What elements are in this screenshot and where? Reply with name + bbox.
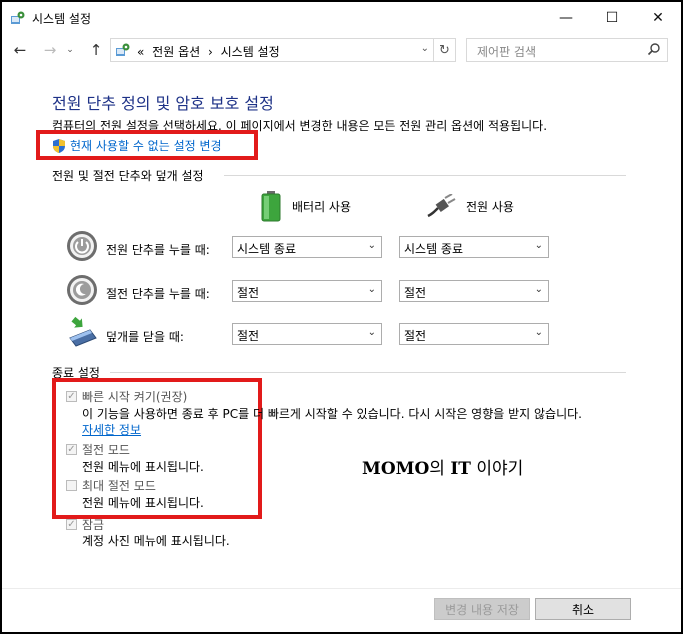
lock-checkbox[interactable]: ✓ <box>66 519 77 530</box>
chevron-down-icon: ⌄ <box>367 284 376 295</box>
watermark-brand2: IT <box>450 459 471 479</box>
hibernate-description: 전원 메뉴에 표시됩니다. <box>82 496 204 510</box>
search-input[interactable]: 제어판 검색 <box>477 43 536 60</box>
title-bar: 시스템 설정 — ☐ ✕ <box>2 2 681 34</box>
footer-divider <box>2 588 681 589</box>
control-panel-window: 시스템 설정 — ☐ ✕ ← → ⌄ ↑ « 전원 옵션 › 시스템 설정 ⌄ … <box>2 2 681 632</box>
sleep-mode-description: 전원 메뉴에 표시됩니다. <box>82 460 204 474</box>
chevron-down-icon: ⌄ <box>367 327 376 338</box>
more-info-link[interactable]: 자세한 정보 <box>82 421 141 438</box>
back-button[interactable]: ← <box>10 40 30 60</box>
fast-startup-option[interactable]: ✓ 빠른 시작 켜기(권장) <box>66 388 187 405</box>
select-value: 시스템 종료 <box>237 242 297 256</box>
power-button-battery-select[interactable]: 시스템 종료 ⌄ <box>232 236 382 258</box>
control-panel-icon <box>11 11 25 24</box>
page-title: 전원 단추 정의 및 암호 보호 설정 <box>52 94 274 113</box>
sleep-button-icon <box>67 275 97 305</box>
breadcrumb-system-settings[interactable]: 시스템 설정 <box>221 45 280 59</box>
save-changes-button[interactable]: 변경 내용 저장 <box>434 598 530 620</box>
hibernate-checkbox[interactable] <box>66 480 77 491</box>
sleep-button-battery-select[interactable]: 절전 ⌄ <box>232 280 382 302</box>
watermark-brand: MOMO <box>362 459 430 479</box>
chevron-down-icon: ⌄ <box>534 284 543 295</box>
section-divider <box>224 175 626 176</box>
breadcrumb-power-options[interactable]: 전원 옵션 <box>152 45 200 59</box>
lock-description: 계정 사진 메뉴에 표시됩니다. <box>82 534 230 548</box>
chevron-down-icon: ⌄ <box>66 45 74 55</box>
power-plug-icon <box>427 194 456 218</box>
column-header-battery: 배터리 사용 <box>260 190 351 222</box>
window-title: 시스템 설정 <box>32 12 92 26</box>
watermark-text: MOMO의 IT 이야기 <box>362 454 523 479</box>
lid-close-label: 덮개를 닫을 때: <box>106 330 184 344</box>
fast-startup-description: 이 기능을 사용하면 종료 후 PC를 더 빠르게 시작할 수 있습니다. 다시… <box>82 407 582 421</box>
maximize-button[interactable]: ☐ <box>589 2 635 34</box>
lid-close-plugged-select[interactable]: 절전 ⌄ <box>399 323 549 345</box>
lid-close-battery-select[interactable]: 절전 ⌄ <box>232 323 382 345</box>
watermark-rest: 이야기 <box>470 459 524 479</box>
search-icon <box>647 43 660 56</box>
chevron-down-icon: ⌄ <box>534 240 543 251</box>
fast-startup-label: 빠른 시작 켜기(권장) <box>82 390 188 404</box>
breadcrumb-separator[interactable]: › <box>208 45 213 59</box>
sleep-mode-checkbox[interactable]: ✓ <box>66 444 77 455</box>
refresh-button[interactable]: ↻ <box>434 38 456 62</box>
section-divider <box>110 372 626 373</box>
up-button[interactable]: ↑ <box>86 40 106 60</box>
sleep-mode-option[interactable]: ✓ 절전 모드 <box>66 441 130 458</box>
lock-option[interactable]: ✓ 잠금 <box>66 516 104 533</box>
forward-button[interactable]: → <box>40 40 60 60</box>
change-unavailable-settings-link[interactable]: 현재 사용할 수 없는 설정 변경 <box>52 137 222 154</box>
sleep-button-label: 절전 단추를 누를 때: <box>106 287 210 301</box>
power-button-plugged-select[interactable]: 시스템 종료 ⌄ <box>399 236 549 258</box>
chevron-down-icon: ⌄ <box>367 240 376 251</box>
address-dropdown-icon[interactable]: ⌄ <box>421 43 429 54</box>
up-arrow-icon: ↑ <box>89 41 103 59</box>
chevron-down-icon: ⌄ <box>534 327 543 338</box>
select-value: 절전 <box>404 286 427 300</box>
search-box[interactable]: 제어판 검색 <box>466 38 668 62</box>
refresh-icon: ↻ <box>439 42 450 58</box>
minimize-button[interactable]: — <box>543 2 589 34</box>
cancel-button[interactable]: 취소 <box>535 598 631 620</box>
lock-label: 잠금 <box>82 518 105 532</box>
uac-shield-icon <box>53 138 65 153</box>
recent-locations-button[interactable]: ⌄ <box>64 40 76 60</box>
sleep-mode-label: 절전 모드 <box>82 443 130 457</box>
column-header-plugged: 전원 사용 <box>426 194 514 218</box>
change-link-label: 현재 사용할 수 없는 설정 변경 <box>70 139 222 153</box>
forward-arrow-icon: → <box>43 41 57 59</box>
hibernate-option[interactable]: 최대 절전 모드 <box>66 477 156 494</box>
maximize-icon: ☐ <box>605 10 619 26</box>
address-bar[interactable]: « 전원 옵션 › 시스템 설정 ⌄ <box>110 38 434 62</box>
close-button[interactable]: ✕ <box>635 2 681 34</box>
select-value: 절전 <box>237 286 260 300</box>
close-icon: ✕ <box>652 10 664 26</box>
select-value: 절전 <box>237 329 260 343</box>
breadcrumb: « 전원 옵션 › 시스템 설정 <box>137 43 280 60</box>
minimize-icon: — <box>559 10 573 26</box>
breadcrumb-overflow[interactable]: « <box>137 45 144 59</box>
select-value: 시스템 종료 <box>404 242 464 256</box>
back-arrow-icon: ← <box>13 41 27 59</box>
sleep-button-plugged-select[interactable]: 절전 ⌄ <box>399 280 549 302</box>
fast-startup-checkbox[interactable]: ✓ <box>66 391 77 402</box>
section-title-buttons: 전원 및 절전 단추와 덮개 설정 <box>52 169 204 183</box>
watermark-mid: 의 <box>429 459 451 479</box>
power-button-icon <box>67 231 97 261</box>
select-value: 절전 <box>404 329 427 343</box>
laptop-lid-icon <box>69 316 97 347</box>
battery-label: 배터리 사용 <box>292 199 352 214</box>
hibernate-label: 최대 절전 모드 <box>82 479 156 493</box>
plugged-label: 전원 사용 <box>466 199 514 214</box>
power-button-label: 전원 단추를 누를 때: <box>106 243 210 257</box>
control-panel-icon <box>116 43 130 56</box>
battery-icon <box>261 191 281 222</box>
